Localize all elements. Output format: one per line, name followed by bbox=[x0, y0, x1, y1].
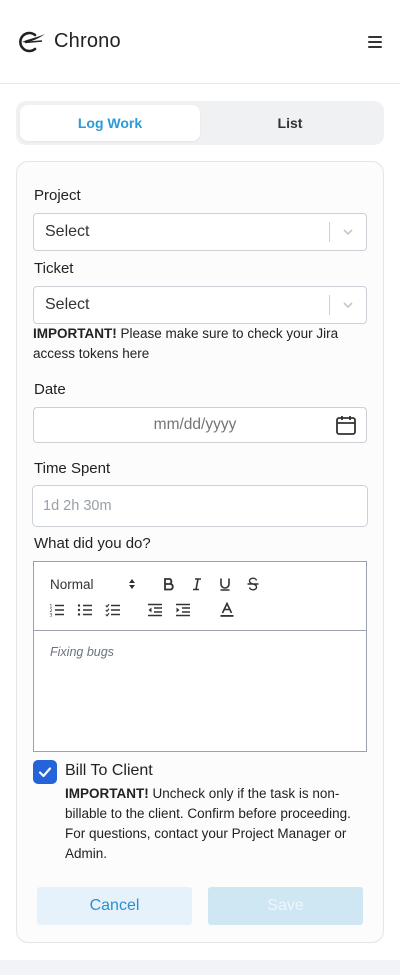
date-placeholder: mm/dd/yyyy bbox=[153, 416, 237, 433]
chevron-down-icon[interactable] bbox=[330, 225, 366, 239]
tab-bar: Log Work List bbox=[16, 101, 384, 145]
project-select-value: Select bbox=[45, 223, 90, 240]
tab-list[interactable]: List bbox=[200, 105, 380, 141]
time-spent-label: Time Spent bbox=[34, 460, 111, 477]
app-header: Chrono bbox=[0, 0, 400, 84]
chrono-logo-icon bbox=[19, 31, 45, 52]
time-spent-input[interactable]: 1d 2h 30m bbox=[32, 485, 368, 527]
format-select[interactable]: Normal bbox=[50, 575, 136, 593]
main-content: Log Work List Project Select Ticket Sele… bbox=[0, 84, 400, 960]
text-color-icon[interactable] bbox=[216, 600, 238, 620]
jira-note-strong: IMPORTANT! bbox=[33, 326, 117, 341]
indent-icon[interactable] bbox=[172, 600, 194, 620]
underline-icon[interactable] bbox=[214, 574, 236, 594]
ticket-select[interactable]: Select bbox=[33, 286, 367, 324]
editor-toolbar: Normal 123 bbox=[34, 562, 366, 631]
bullet-list-icon[interactable] bbox=[74, 600, 96, 620]
project-label: Project bbox=[34, 187, 81, 204]
bill-to-client-note: IMPORTANT! Uncheck only if the task is n… bbox=[65, 784, 355, 864]
chevron-down-icon[interactable] bbox=[330, 298, 366, 312]
rich-text-editor: Normal 123 Fixing bugs bbox=[33, 561, 367, 752]
ticket-label: Ticket bbox=[34, 260, 74, 277]
save-button[interactable]: Save bbox=[208, 887, 363, 925]
format-select-value: Normal bbox=[50, 576, 94, 592]
editor-content[interactable]: Fixing bugs bbox=[34, 631, 366, 751]
log-work-form: Project Select Ticket Select IMPORTANT! … bbox=[16, 161, 384, 943]
app-title: Chrono bbox=[54, 30, 121, 52]
tab-log-work[interactable]: Log Work bbox=[20, 105, 200, 141]
checklist-icon[interactable] bbox=[102, 600, 124, 620]
date-input[interactable]: mm/dd/yyyy bbox=[33, 407, 367, 443]
bill-note-strong: IMPORTANT! bbox=[65, 786, 149, 801]
sort-arrows-icon bbox=[129, 579, 135, 589]
strikethrough-icon[interactable] bbox=[242, 574, 264, 594]
svg-text:3: 3 bbox=[50, 613, 53, 618]
ticket-select-value: Select bbox=[45, 296, 90, 313]
bill-to-client-label[interactable]: Bill To Client bbox=[65, 762, 153, 780]
bill-to-client-checkbox[interactable] bbox=[33, 760, 57, 784]
outdent-icon[interactable] bbox=[144, 600, 166, 620]
checkmark-icon bbox=[38, 767, 52, 778]
cancel-button[interactable]: Cancel bbox=[37, 887, 192, 925]
description-label: What did you do? bbox=[34, 535, 151, 552]
calendar-icon[interactable] bbox=[326, 414, 366, 436]
hamburger-menu-icon[interactable] bbox=[368, 35, 382, 48]
bold-icon[interactable] bbox=[158, 574, 180, 594]
project-select[interactable]: Select bbox=[33, 213, 367, 251]
italic-icon[interactable] bbox=[186, 574, 208, 594]
footer-strip bbox=[0, 960, 400, 975]
jira-token-note: IMPORTANT! Please make sure to check you… bbox=[33, 324, 373, 364]
ordered-list-icon[interactable]: 123 bbox=[46, 600, 68, 620]
date-label: Date bbox=[34, 381, 66, 398]
